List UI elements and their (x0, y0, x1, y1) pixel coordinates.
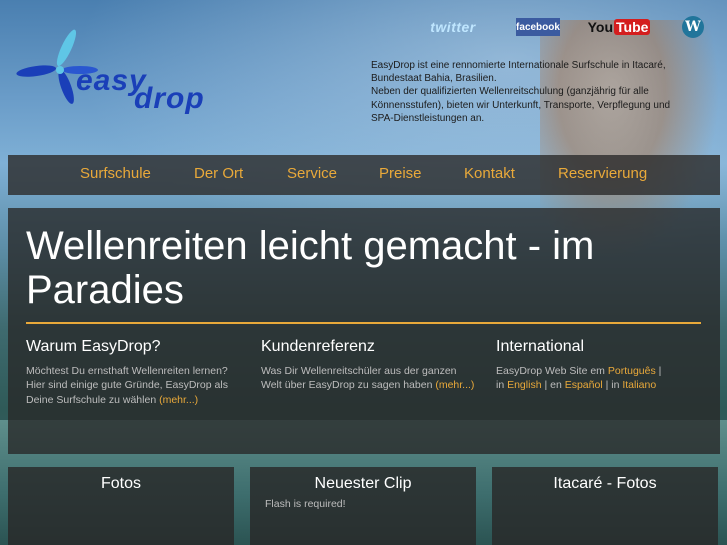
box-title: Neuester Clip (314, 475, 412, 492)
more-link[interactable]: (mehr...) (159, 394, 198, 406)
separator: | en (541, 379, 565, 392)
box-title: Fotos (100, 475, 141, 492)
nav-item-der-ort[interactable]: Der Ort (194, 165, 243, 182)
youtube-icon[interactable]: You Tube (588, 16, 651, 38)
itacare-fotos-box[interactable]: Itacaré - Fotos (492, 467, 718, 545)
intro-line: Neben der qualifizierten Wellenreitschul… (371, 86, 649, 98)
more-link[interactable]: (mehr...) (435, 379, 474, 391)
language-link-portugues[interactable]: Português (608, 365, 656, 377)
column-body: in (496, 379, 508, 392)
hero-panel: Wellenreiten leicht gemacht - im Paradie… (8, 208, 720, 454)
wordpress-icon[interactable]: W (682, 16, 704, 38)
column-heading: International (496, 338, 585, 355)
column-heading: Kundenreferenz (261, 338, 375, 355)
column-text: Möchtest Du ernsthaft Wellenreiten lerne… (26, 364, 241, 407)
facebook-icon[interactable]: facebook (516, 18, 560, 36)
youtube-you-text: You (587, 19, 613, 35)
column-warum-easydrop: Warum EasyDrop? Möchtest Du ernsthaft We… (26, 338, 241, 407)
intro-line: Könnensstufen), bieten wir Unterkunft, T… (371, 99, 671, 111)
column-text: Was Dir Wellenreitschüler aus der ganzen… (261, 364, 476, 393)
column-body: EasyDrop Web Site em (496, 365, 608, 377)
column-heading: Warum EasyDrop? (26, 338, 161, 355)
fotos-box[interactable]: Fotos (8, 467, 234, 545)
separator: | in (602, 379, 623, 392)
nav-item-reservierung[interactable]: Reservierung (558, 165, 647, 182)
language-link-espanol[interactable]: Español (565, 379, 603, 391)
youtube-tube-text: Tube (614, 19, 651, 35)
neuester-clip-box[interactable]: Neuester Clip Flash is required! (250, 467, 476, 545)
easydrop-logo[interactable]: easy drop (16, 26, 226, 115)
language-link-italiano[interactable]: Italiano (622, 379, 656, 391)
logo-text-drop: drop (134, 82, 205, 115)
nav-item-preise[interactable]: Preise (379, 165, 422, 182)
box-title: Itacaré - Fotos (553, 475, 657, 492)
nav-item-service[interactable]: Service (287, 165, 337, 182)
intro-text: EasyDrop ist eine rennomierte Internatio… (371, 59, 716, 125)
nav-item-surfschule[interactable]: Surfschule (80, 165, 151, 182)
intro-line: Bundestaat Bahia, Brasilien. (371, 73, 497, 85)
hero-divider (26, 322, 701, 324)
main-navigation: Surfschule Der Ort Service Preise Kontak… (8, 155, 720, 195)
intro-line: SPA-Dienstleistungen an. (371, 112, 485, 124)
intro-line: EasyDrop ist eine rennomierte Internatio… (371, 60, 666, 71)
separator: | (655, 365, 662, 377)
column-international: International EasyDrop Web Site em Portu… (496, 338, 711, 393)
hero-title: Wellenreiten leicht gemacht - im Paradie… (26, 224, 595, 312)
nav-item-kontakt[interactable]: Kontakt (464, 165, 515, 182)
flash-required-note: Flash is required! (265, 498, 346, 510)
column-text: EasyDrop Web Site em Português | in Engli… (496, 364, 711, 393)
language-link-english[interactable]: English (507, 379, 541, 391)
column-body: Was Dir Wellenreitschüler aus der ganzen… (261, 365, 457, 392)
twitter-icon[interactable]: twitter (425, 16, 481, 38)
column-kundenreferenz: Kundenreferenz Was Dir Wellenreitschüler… (261, 338, 476, 393)
